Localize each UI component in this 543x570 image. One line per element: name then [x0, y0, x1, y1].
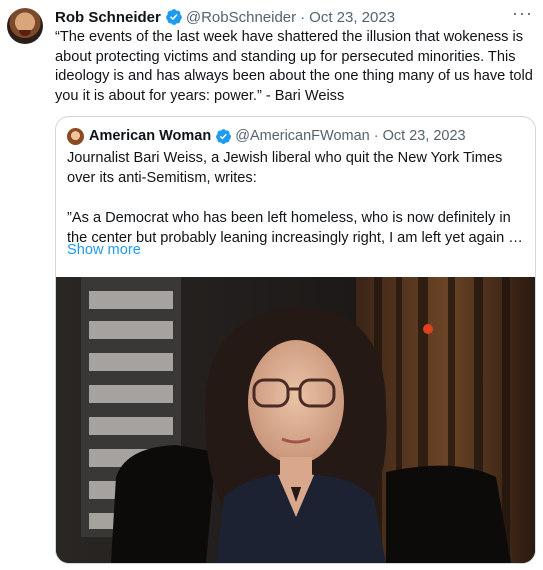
tweet-date[interactable]: Oct 23, 2023	[309, 9, 395, 26]
quote-author-handle[interactable]: @AmericanFWoman	[235, 128, 370, 144]
quote-author-name[interactable]: American Woman	[89, 128, 211, 144]
quote-header: American Woman @AmericanFWoman · Oct 23,…	[89, 127, 466, 145]
quoted-tweet[interactable]: American Woman @AmericanFWoman · Oct 23,…	[55, 116, 536, 564]
tweet-text: “The events of the last week have shatte…	[55, 29, 537, 104]
separator-dot: ·	[300, 8, 306, 26]
verified-badge-icon	[216, 128, 232, 144]
show-more-link[interactable]: Show more	[67, 242, 141, 258]
separator-dot: ·	[373, 128, 379, 144]
author-avatar[interactable]	[7, 8, 43, 44]
tweet-header: Rob Schneider @RobSchneider · Oct 23, 20…	[55, 8, 395, 26]
verified-badge-icon	[165, 9, 182, 25]
quote-media-image[interactable]	[56, 277, 535, 563]
interview-photo	[56, 277, 535, 563]
tweet[interactable]: Rob Schneider @RobSchneider · Oct 23, 20…	[0, 0, 543, 570]
more-options-icon[interactable]: ···	[512, 4, 533, 22]
quote-author-avatar[interactable]	[67, 128, 84, 145]
author-handle[interactable]: @RobSchneider	[186, 9, 296, 26]
quote-text: Journalist Bari Weiss, a Jewish liberal …	[67, 150, 523, 246]
quote-date[interactable]: Oct 23, 2023	[383, 128, 466, 144]
author-name[interactable]: Rob Schneider	[55, 9, 161, 26]
